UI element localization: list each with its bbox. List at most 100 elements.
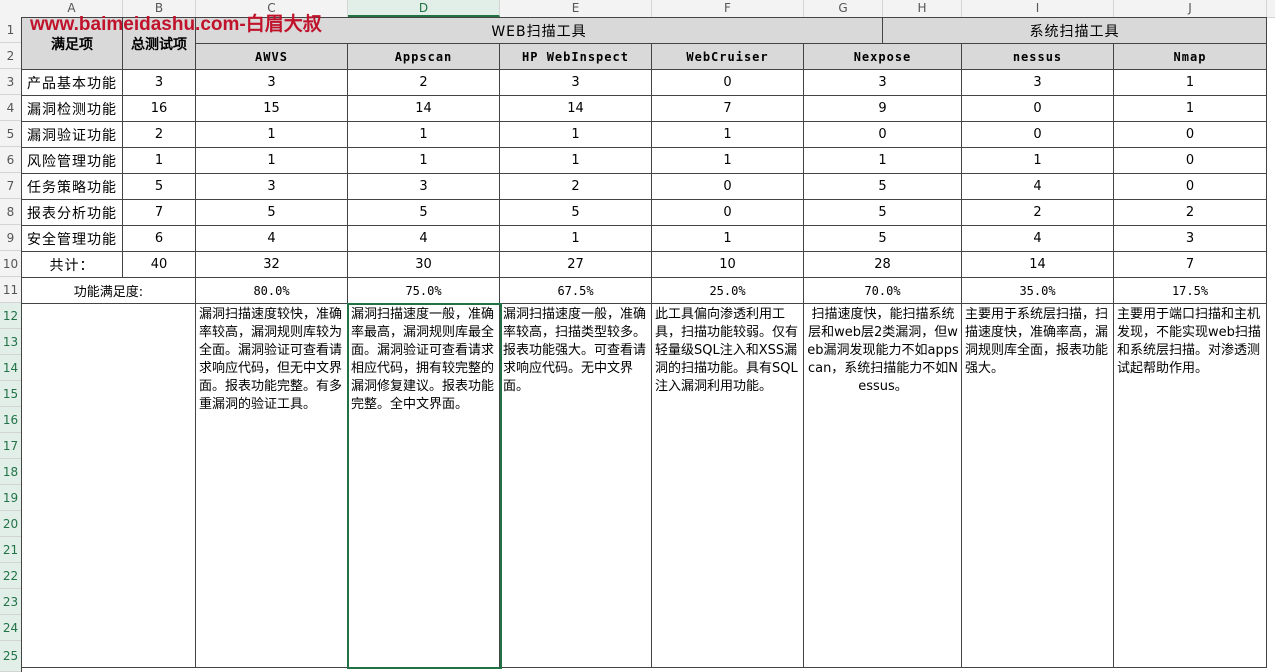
description-cell-appscan[interactable]: 漏洞扫描速度一般，准确率最高，漏洞规则库最全面。漏洞验证可查看请求相应代码，拥有…: [348, 304, 500, 668]
score-cell[interactable]: 30: [348, 252, 500, 278]
score-cell[interactable]: 3: [196, 70, 348, 96]
score-cell[interactable]: 7: [652, 96, 804, 122]
score-cell[interactable]: 9: [804, 96, 962, 122]
total-tests-cell[interactable]: 6: [123, 226, 196, 252]
satisfaction-cell[interactable]: 67.5%: [500, 278, 652, 304]
score-cell[interactable]: 0: [1114, 174, 1267, 200]
row-header[interactable]: 14: [0, 355, 21, 381]
row-label-cell[interactable]: 漏洞检测功能: [22, 96, 123, 122]
header-system-scan-tools[interactable]: 系统扫描工具: [883, 18, 1267, 44]
score-cell[interactable]: 2: [962, 200, 1114, 226]
score-cell[interactable]: 1: [804, 148, 962, 174]
satisfaction-cell[interactable]: 35.0%: [962, 278, 1114, 304]
row-label-cell[interactable]: 任务策略功能: [22, 174, 123, 200]
row-header[interactable]: 3: [0, 69, 21, 95]
row-header[interactable]: 24: [0, 615, 21, 641]
score-cell[interactable]: 1: [1114, 96, 1267, 122]
score-cell[interactable]: 2: [500, 174, 652, 200]
description-cell-hp-webinspect[interactable]: 漏洞扫描速度一般，准确率较高，扫描类型较多。报表功能强大。可查看请求响应代码。无…: [500, 304, 652, 668]
score-cell[interactable]: 1: [348, 148, 500, 174]
row-header[interactable]: 20: [0, 511, 21, 537]
row-label-cell[interactable]: 漏洞验证功能: [22, 122, 123, 148]
score-cell[interactable]: 14: [500, 96, 652, 122]
total-tests-cell[interactable]: 1: [123, 148, 196, 174]
row-header[interactable]: 17: [0, 433, 21, 459]
score-cell[interactable]: 0: [652, 70, 804, 96]
column-header-i[interactable]: I: [962, 0, 1114, 17]
row-header[interactable]: 10: [0, 251, 21, 277]
header-tool-webcruiser[interactable]: WebCruiser: [652, 44, 804, 70]
score-cell[interactable]: 15: [196, 96, 348, 122]
score-cell[interactable]: 0: [1114, 122, 1267, 148]
row-label-cell[interactable]: 报表分析功能: [22, 200, 123, 226]
satisfaction-cell[interactable]: 25.0%: [652, 278, 804, 304]
column-header-f[interactable]: F: [652, 0, 804, 17]
row-label-cell[interactable]: 产品基本功能: [22, 70, 123, 96]
score-cell[interactable]: 0: [962, 122, 1114, 148]
header-tool-nmap[interactable]: Nmap: [1114, 44, 1267, 70]
score-cell[interactable]: 1: [500, 226, 652, 252]
score-cell[interactable]: 4: [962, 226, 1114, 252]
score-cell[interactable]: 5: [804, 226, 962, 252]
satisfaction-label[interactable]: 功能满足度:: [22, 278, 196, 304]
row-header[interactable]: 2: [0, 43, 21, 69]
satisfaction-cell[interactable]: 75.0%: [348, 278, 500, 304]
row-header[interactable]: 15: [0, 381, 21, 407]
column-header-j[interactable]: J: [1114, 0, 1267, 17]
column-header-h[interactable]: H: [883, 0, 962, 17]
score-cell[interactable]: 1: [1114, 70, 1267, 96]
score-cell[interactable]: 0: [652, 174, 804, 200]
score-cell[interactable]: 4: [196, 226, 348, 252]
score-cell[interactable]: 1: [962, 148, 1114, 174]
score-cell[interactable]: 2: [348, 70, 500, 96]
description-cell-nmap[interactable]: 主要用于端口扫描和主机发现，不能实现web扫描和系统层扫描。对渗透测试起帮助作用…: [1114, 304, 1267, 668]
score-cell[interactable]: 1: [500, 122, 652, 148]
header-tool-hp-webinspect[interactable]: HP WebInspect: [500, 44, 652, 70]
score-cell[interactable]: 7: [1114, 252, 1267, 278]
score-cell[interactable]: 0: [804, 122, 962, 148]
score-cell[interactable]: 14: [348, 96, 500, 122]
total-tests-cell[interactable]: 2: [123, 122, 196, 148]
score-cell[interactable]: 5: [804, 174, 962, 200]
column-header-d[interactable]: D: [348, 0, 500, 17]
score-cell[interactable]: 0: [962, 96, 1114, 122]
score-cell[interactable]: 1: [196, 122, 348, 148]
row-header[interactable]: 5: [0, 121, 21, 147]
header-tool-appscan[interactable]: Appscan: [348, 44, 500, 70]
score-cell[interactable]: 1: [196, 148, 348, 174]
score-cell[interactable]: 5: [348, 200, 500, 226]
score-cell[interactable]: 1: [348, 122, 500, 148]
row-header[interactable]: 1: [0, 17, 21, 43]
total-tests-cell[interactable]: 40: [123, 252, 196, 278]
score-cell[interactable]: 1: [652, 226, 804, 252]
score-cell[interactable]: 3: [500, 70, 652, 96]
column-header-e[interactable]: E: [500, 0, 652, 17]
satisfaction-cell[interactable]: 80.0%: [196, 278, 348, 304]
score-cell[interactable]: 28: [804, 252, 962, 278]
header-tool-nessus[interactable]: nessus: [962, 44, 1114, 70]
description-empty-cell[interactable]: [22, 304, 196, 668]
score-cell[interactable]: 5: [196, 200, 348, 226]
score-cell[interactable]: 4: [962, 174, 1114, 200]
row-header[interactable]: 11: [0, 277, 21, 303]
description-cell-nessus[interactable]: 主要用于系统层扫描，扫描速度快，准确率高，漏洞规则库全面，报表功能强大。: [962, 304, 1114, 668]
row-label-cell[interactable]: 共计：: [22, 252, 123, 278]
score-cell[interactable]: 3: [348, 174, 500, 200]
row-header[interactable]: 13: [0, 329, 21, 355]
row-header[interactable]: 6: [0, 147, 21, 173]
row-header[interactable]: 22: [0, 563, 21, 589]
row-header[interactable]: 12: [0, 303, 21, 329]
score-cell[interactable]: 1: [652, 122, 804, 148]
total-tests-cell[interactable]: 7: [123, 200, 196, 226]
score-cell[interactable]: 2: [1114, 200, 1267, 226]
total-tests-cell[interactable]: 16: [123, 96, 196, 122]
row-header[interactable]: 19: [0, 485, 21, 511]
row-header[interactable]: 4: [0, 95, 21, 121]
row-label-cell[interactable]: 风险管理功能: [22, 148, 123, 174]
header-tool-nexpose[interactable]: Nexpose: [804, 44, 962, 70]
row-header[interactable]: 18: [0, 459, 21, 485]
score-cell[interactable]: 3: [962, 70, 1114, 96]
satisfaction-cell[interactable]: 17.5%: [1114, 278, 1267, 304]
score-cell[interactable]: 3: [196, 174, 348, 200]
row-header[interactable]: 21: [0, 537, 21, 563]
